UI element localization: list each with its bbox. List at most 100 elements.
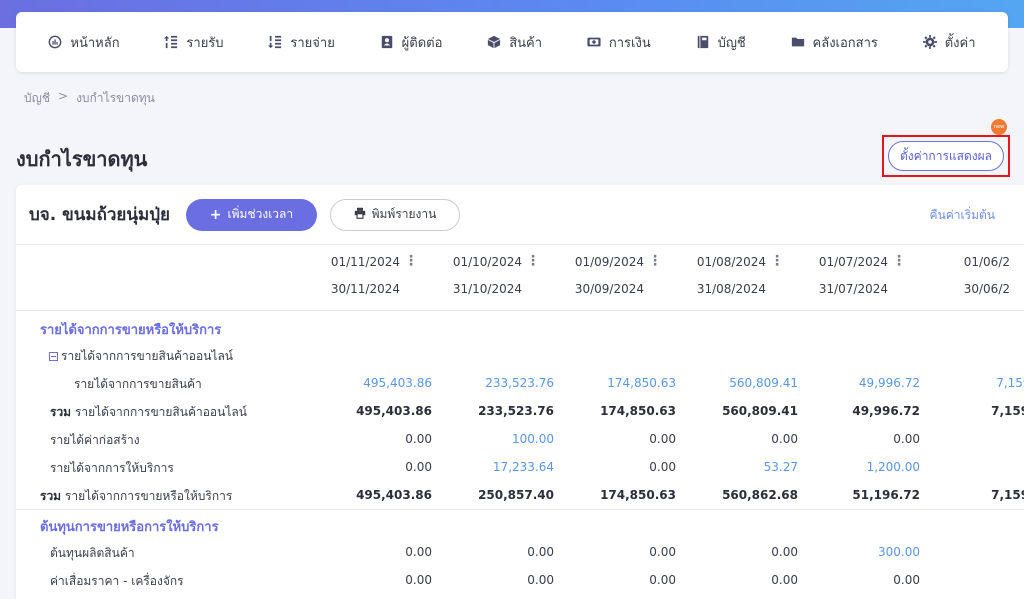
nav-item-gear[interactable]: ตั้งค่า	[922, 32, 976, 53]
cell-value[interactable]: 300.00	[800, 545, 920, 559]
period-end-date[interactable]: 31/07/2024	[819, 282, 888, 296]
breadcrumb: บัญชี > งบกำไรขาดทุน	[24, 89, 155, 108]
cell-value: 0.00	[405, 432, 432, 446]
cell-value: 0.00	[649, 460, 676, 474]
nav-item-label: ผู้ติดต่อ	[401, 35, 443, 51]
cell-value[interactable]: 1,200.00	[800, 460, 920, 474]
period-end-date[interactable]: 31/08/2024	[697, 282, 766, 296]
nav-item-folder[interactable]: คลังเอกสาร	[791, 32, 878, 53]
cell-value: 0.00	[893, 573, 920, 587]
cell-value[interactable]: 53.27	[678, 460, 798, 474]
print-report-label: พิมพ์รายงาน	[371, 207, 437, 221]
nav-item-label: ตั้งค่า	[944, 35, 976, 51]
period-menu-icon[interactable]: ⋮	[404, 253, 418, 269]
printer-icon	[354, 207, 366, 222]
collapse-icon[interactable]	[49, 352, 58, 361]
report-body: รายได้จากการขายหรือให้บริการรายได้จากการ…	[16, 311, 1024, 594]
cell-value[interactable]: 100.00	[434, 432, 554, 446]
breadcrumb-separator: >	[58, 89, 69, 103]
period-start-date[interactable]: 01/08/2024	[697, 255, 766, 269]
cell-value: 0.00	[649, 573, 676, 587]
period-menu-icon[interactable]: ⋮	[648, 253, 662, 269]
period-start-date[interactable]: 01/09/2024	[575, 255, 644, 269]
table-row: รายได้ค่าก่อสร้าง 0.00 100.00 0.00 0.00 0.00	[16, 425, 1024, 453]
cell-value: 174,850.63	[600, 404, 676, 418]
cell-value: 7,159,1	[991, 404, 1024, 418]
report-header: บจ. ขนมถ้วยนุ่มปุ่ย + เพิ่มช่วงเวลา พิมพ…	[16, 185, 1024, 245]
display-setting-button[interactable]: ตั้งค่าการแสดงผล	[888, 141, 1004, 171]
section-header-row: ต้นทุนการขายหรือการให้บริการ	[16, 510, 1024, 538]
dashboard-icon	[48, 35, 62, 49]
row-label: รายได้จากการให้บริการ	[50, 461, 174, 475]
period-start-date[interactable]: 01/06/2	[964, 255, 1010, 269]
total-row: รวม รายได้จากการขายสินค้าออนไลน์ 495,403.…	[16, 397, 1024, 425]
cell-value: 0.00	[405, 573, 432, 587]
cell-value: 495,403.86	[356, 488, 432, 502]
cell-value: 0.00	[771, 432, 798, 446]
period-column-header: 01/06/2 30/06/2	[920, 245, 1024, 311]
nav-item-label: สินค้า	[509, 35, 543, 51]
period-header: 01/11/2024 30/11/2024 ⋮ 01/10/2024 31/10/202…	[16, 245, 1024, 311]
nav-item-book[interactable]: บัญชี	[696, 32, 746, 53]
period-menu-icon[interactable]: ⋮	[770, 253, 784, 269]
nav-item-box[interactable]: สินค้า	[487, 32, 542, 53]
period-start-date[interactable]: 01/10/2024	[453, 255, 522, 269]
nav-item-income[interactable]: รายรับ	[164, 32, 224, 53]
table-row: รายได้จากการให้บริการ 0.00 17,233.64 0.00 53…	[16, 453, 1024, 481]
table-row: ต้นทุนผลิตสินค้า 0.00 0.00 0.00 0.00 300.00	[16, 538, 1024, 566]
nav-item-label: บัญชี	[717, 35, 746, 51]
period-menu-icon[interactable]: ⋮	[892, 253, 906, 269]
cell-value[interactable]: 7,159,1	[922, 376, 1024, 390]
cell-value[interactable]: 3	[922, 573, 1024, 587]
nav-item-expense[interactable]: รายจ่าย	[268, 32, 335, 53]
cell-value: 0.00	[649, 545, 676, 559]
nav-item-contacts[interactable]: ผู้ติดต่อ	[380, 32, 443, 53]
company-name: บจ. ขนมถ้วยนุ่มปุ่ย	[29, 205, 170, 225]
add-period-button[interactable]: + เพิ่มช่วงเวลา	[185, 198, 317, 231]
contacts-icon	[380, 35, 394, 49]
cell-value[interactable]: 233,523.76	[434, 376, 554, 390]
period-end-date[interactable]: 30/06/2	[964, 282, 1010, 296]
period-end-date[interactable]: 30/11/2024	[331, 282, 400, 296]
period-end-date[interactable]: 31/10/2024	[453, 282, 522, 296]
add-period-label: เพิ่มช่วงเวลา	[227, 207, 294, 221]
nav-item-dashboard[interactable]: หน้าหลัก	[48, 32, 120, 53]
book-icon	[696, 35, 710, 49]
nav-item-label: การเงิน	[608, 35, 651, 51]
row-label: ค่าเสื่อมราคา - เครื่องจักร	[50, 574, 184, 588]
nav-item-money[interactable]: การเงิน	[587, 32, 651, 53]
section-header-row: รายได้จากการขายหรือให้บริการ	[16, 313, 1024, 341]
period-column-header: 01/09/2024 30/09/2024 ⋮	[554, 245, 676, 311]
period-column-header: 01/07/2024 31/07/2024 ⋮	[798, 245, 920, 311]
section-label: ต้นทุนการขายหรือการให้บริการ	[40, 520, 219, 535]
print-report-button[interactable]: พิมพ์รายงาน	[329, 198, 460, 231]
cell-value[interactable]: 49,996.72	[800, 376, 920, 390]
period-end-date[interactable]: 30/09/2024	[575, 282, 644, 296]
row-label: รายได้จากการขายสินค้า	[74, 377, 202, 391]
page-title: งบกำไรขาดทุน	[16, 147, 148, 171]
period-column-header: 01/11/2024 30/11/2024 ⋮	[310, 245, 432, 311]
cell-value[interactable]: 560,809.41	[678, 376, 798, 390]
cell-value: 495,403.86	[356, 404, 432, 418]
cell-value[interactable]: 495,403.86	[312, 376, 432, 390]
period-start-date[interactable]: 01/07/2024	[819, 255, 888, 269]
breadcrumb-parent[interactable]: บัญชี	[24, 89, 50, 108]
nav-item-label: หน้าหลัก	[70, 35, 120, 51]
table-row: ค่าเสื่อมราคา - เครื่องจักร 0.00 0.00 0.00 0…	[16, 566, 1024, 594]
nav-item-label: คลังเอกสาร	[812, 35, 878, 51]
period-start-date[interactable]: 01/11/2024	[331, 255, 400, 269]
cell-value: 0.00	[893, 432, 920, 446]
period-column-header: 01/08/2024 31/08/2024 ⋮	[676, 245, 798, 311]
cell-value: 7,159,1	[991, 488, 1024, 502]
row-label: ต้นทุนผลิตสินค้า	[50, 546, 135, 560]
cell-value[interactable]: 174,850.63	[556, 376, 676, 390]
table-row: รายได้จากการขายสินค้า 495,403.86 233,523.7…	[16, 369, 1024, 397]
total-row: รวม รายได้จากการขายหรือให้บริการ 495,403.…	[16, 481, 1024, 509]
plus-icon: +	[209, 206, 222, 223]
main-navbar: หน้าหลัก รายรับ รายจ่าย ผู้ติดต่อ สินค้า การเ…	[16, 12, 1008, 72]
cell-value[interactable]: 17,233.64	[434, 460, 554, 474]
folder-icon	[791, 35, 805, 49]
cell-value: 0.00	[771, 545, 798, 559]
period-menu-icon[interactable]: ⋮	[526, 253, 540, 269]
reset-default-link[interactable]: คืนค่าเริ่มต้น	[930, 206, 995, 225]
